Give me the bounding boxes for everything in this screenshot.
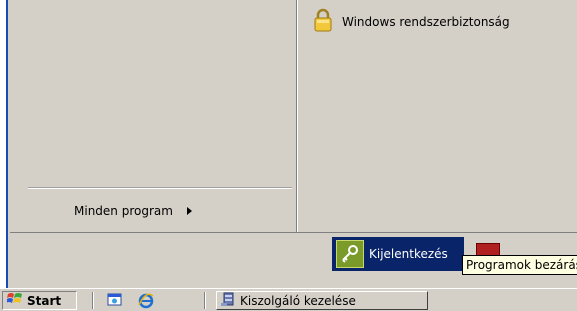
task-button-label: Kiszolgáló kezelése — [240, 293, 356, 308]
start-menu-right-pane: Windows rendszerbiztonság — [298, 0, 577, 232]
windows-logo-icon — [6, 291, 23, 310]
desktop-screen: Minden program Windows rendszerbiztonság — [0, 0, 577, 311]
taskbar-separator — [92, 292, 94, 309]
show-desktop-icon[interactable] — [106, 292, 124, 309]
windows-security-item[interactable]: Windows rendszerbiztonság — [312, 8, 510, 36]
key-icon — [336, 240, 364, 268]
start-label: Start — [27, 293, 62, 308]
taskbar-separator — [204, 292, 206, 309]
taskbar: Start Kiszolgáló kezelése — [0, 288, 577, 311]
internet-explorer-icon[interactable] — [137, 292, 155, 309]
padlock-icon — [312, 8, 334, 36]
chevron-right-icon — [186, 207, 192, 215]
server-management-icon — [220, 291, 236, 311]
start-menu-bottom-strip: Kijelentkezés Programok bezárása — [10, 232, 577, 289]
logoff-label: Kijelentkezés — [369, 247, 448, 261]
start-menu: Minden program Windows rendszerbiztonság — [6, 0, 577, 289]
windows-security-label: Windows rendszerbiztonság — [342, 15, 510, 29]
start-menu-left-pane: Minden program — [10, 0, 294, 232]
shutdown-tooltip: Programok bezárása — [462, 255, 577, 275]
start-button[interactable]: Start — [2, 291, 77, 310]
task-button-server-management[interactable]: Kiszolgáló kezelése — [216, 291, 428, 310]
all-programs-item[interactable]: Minden program — [74, 200, 192, 222]
logoff-button[interactable]: Kijelentkezés — [332, 237, 464, 271]
left-pane-separator — [28, 187, 292, 189]
all-programs-label: Minden program — [74, 204, 173, 218]
